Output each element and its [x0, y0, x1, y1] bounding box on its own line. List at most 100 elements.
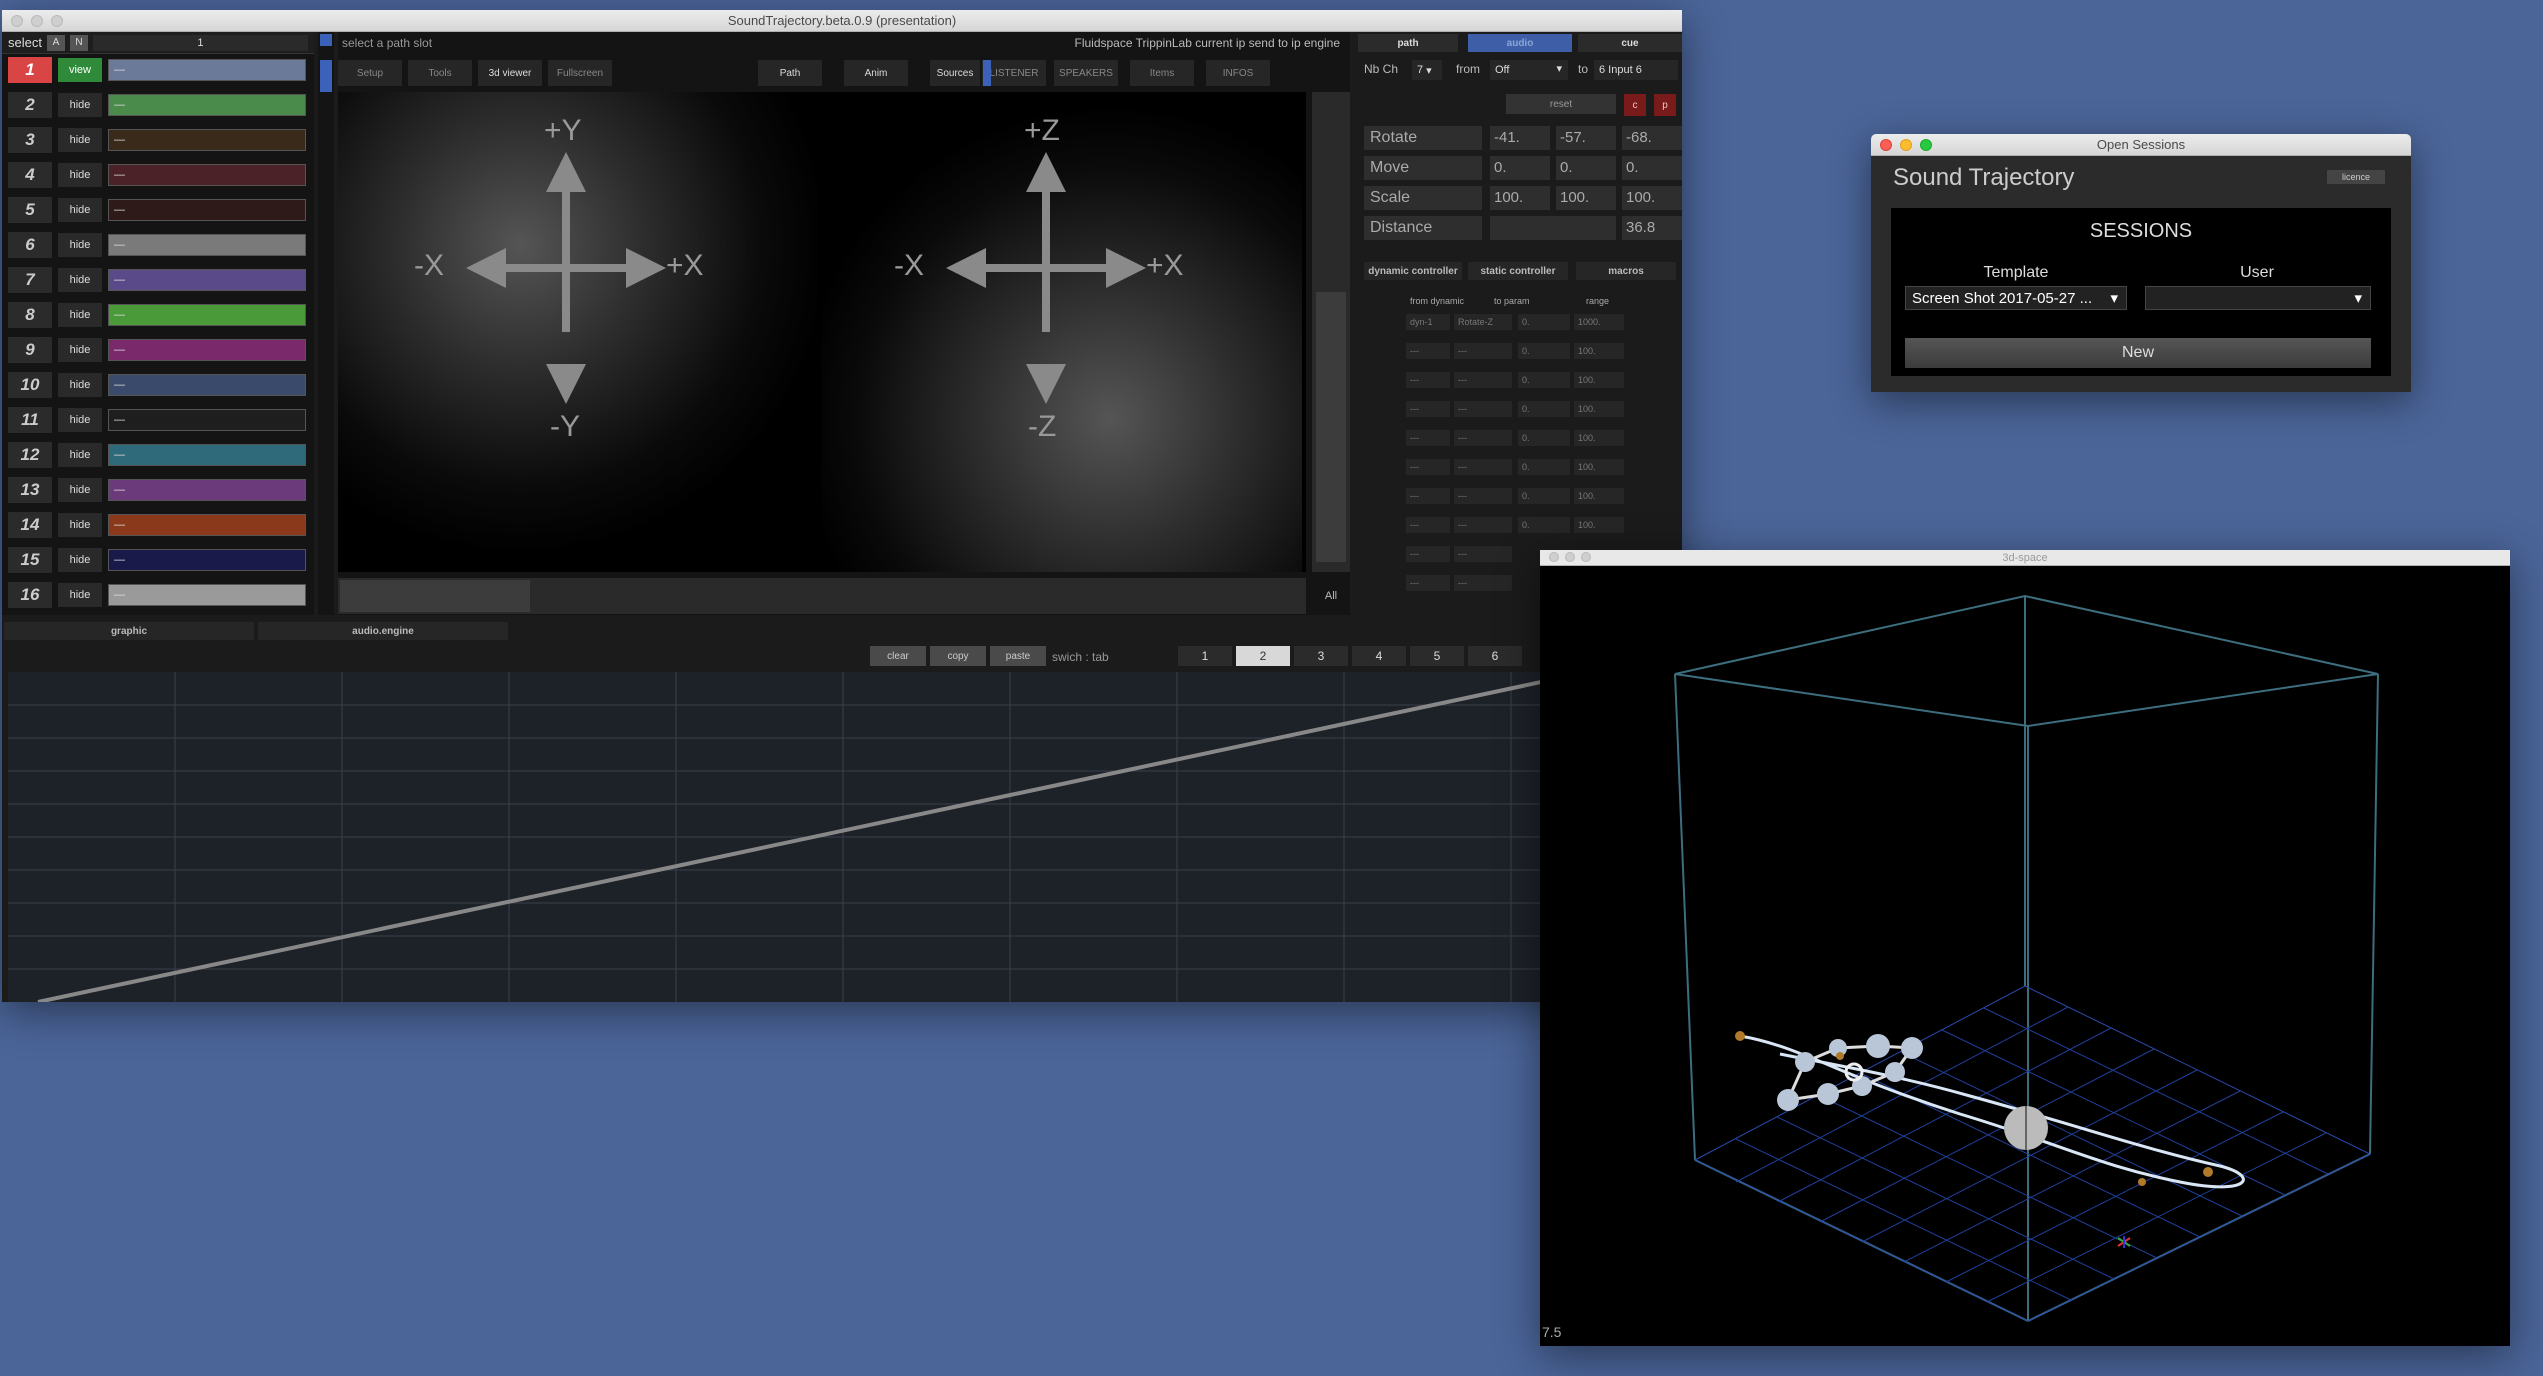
slot-number[interactable]: 2 — [8, 92, 52, 118]
mapping-cell[interactable]: --- — [1454, 430, 1512, 446]
slot-name-field[interactable]: — — [108, 94, 306, 116]
tab-cue[interactable]: cue — [1578, 34, 1682, 52]
mapping-cell[interactable]: dyn-1 — [1406, 314, 1450, 330]
slot-number[interactable]: 6 — [8, 232, 52, 258]
c-button[interactable]: c — [1624, 94, 1646, 116]
slot-visibility-button[interactable]: hide — [58, 443, 102, 467]
paste-button[interactable]: paste — [990, 646, 1046, 666]
mapping-cell[interactable]: 100. — [1574, 459, 1624, 475]
param-value[interactable]: 0. — [1556, 156, 1616, 180]
mapping-cell[interactable]: --- — [1406, 430, 1450, 446]
mapping-cell[interactable]: 100. — [1574, 372, 1624, 388]
path-slot-row[interactable]: 8 hide — — [2, 299, 314, 331]
sessions-close-button[interactable] — [1880, 139, 1892, 151]
slot-number[interactable]: 8 — [8, 302, 52, 328]
slot-visibility-button[interactable]: hide — [58, 93, 102, 117]
tab-items[interactable]: Items — [1130, 60, 1194, 86]
tab-tools[interactable]: Tools — [408, 60, 472, 86]
slot-visibility-button[interactable]: view — [58, 58, 102, 82]
mapping-cell[interactable]: --- — [1406, 459, 1450, 475]
tab-path[interactable]: path — [1358, 34, 1458, 52]
param-value[interactable]: 100. — [1622, 186, 1682, 210]
page-tab-2[interactable]: 2 — [1236, 646, 1290, 666]
slot-name-field[interactable]: — — [108, 514, 306, 536]
mapping-cell[interactable]: 0. — [1518, 430, 1570, 446]
tab-macros[interactable]: macros — [1576, 262, 1676, 280]
horizontal-scroll-thumb[interactable] — [340, 580, 530, 612]
slot-name-field[interactable]: — — [108, 59, 306, 81]
path-slot-row[interactable]: 7 hide — — [2, 264, 314, 296]
strip-thumb[interactable] — [320, 60, 332, 92]
reset-button[interactable]: reset — [1506, 94, 1616, 114]
slot-number[interactable]: 4 — [8, 162, 52, 188]
mapping-cell[interactable]: 0. — [1518, 488, 1570, 504]
path-slot-row[interactable]: 1 view — — [2, 54, 314, 86]
sessions-minimize-button[interactable] — [1900, 139, 1912, 151]
path-slot-row[interactable]: 12 hide — — [2, 439, 314, 471]
mapping-cell[interactable]: 0. — [1518, 517, 1570, 533]
mapping-cell[interactable]: 0. — [1518, 459, 1570, 475]
tab-path[interactable]: Path — [758, 60, 822, 86]
licence-button[interactable]: licence — [2327, 170, 2385, 184]
mapping-cell[interactable]: --- — [1454, 401, 1512, 417]
param-value[interactable]: -41. — [1490, 126, 1550, 150]
path-slot-row[interactable]: 3 hide — — [2, 124, 314, 156]
mapping-cell[interactable]: 100. — [1574, 430, 1624, 446]
slot-number[interactable]: 1 — [8, 57, 52, 83]
copy-button[interactable]: copy — [930, 646, 986, 666]
select-none-button[interactable]: N — [69, 34, 88, 51]
slot-number[interactable]: 3 — [8, 127, 52, 153]
sessions-zoom-button[interactable] — [1920, 139, 1932, 151]
tab-setup[interactable]: Setup — [338, 60, 402, 86]
page-tab-6[interactable]: 6 — [1468, 646, 1522, 666]
select-number[interactable]: 1 — [92, 34, 308, 51]
path-slot-row[interactable]: 9 hide — — [2, 334, 314, 366]
tab-audio-engine[interactable]: audio.engine — [258, 622, 508, 640]
page-tab-3[interactable]: 3 — [1294, 646, 1348, 666]
new-session-button[interactable]: New — [1905, 338, 2371, 368]
slot-name-field[interactable]: — — [108, 339, 306, 361]
path-slot-row[interactable]: 15 hide — — [2, 544, 314, 576]
path-slot-row[interactable]: 10 hide — — [2, 369, 314, 401]
mapping-cell[interactable]: 100. — [1574, 517, 1624, 533]
tab-infos[interactable]: INFOS — [1206, 60, 1270, 86]
mapping-cell[interactable]: --- — [1454, 488, 1512, 504]
3d-zoom-button[interactable] — [1581, 552, 1591, 562]
slot-visibility-button[interactable]: hide — [58, 303, 102, 327]
slot-visibility-button[interactable]: hide — [58, 513, 102, 537]
param-value[interactable]: 36.8 — [1622, 216, 1682, 240]
minimize-button[interactable] — [31, 15, 43, 27]
tab-anim[interactable]: Anim — [844, 60, 908, 86]
viewer-vertical-scrollbar[interactable] — [1312, 92, 1350, 572]
mapping-cell[interactable]: --- — [1454, 459, 1512, 475]
xy-pane[interactable]: +Y -Y -X +X — [338, 92, 818, 572]
slot-name-field[interactable]: — — [108, 479, 306, 501]
slot-number[interactable]: 16 — [8, 582, 52, 608]
slot-number[interactable]: 15 — [8, 547, 52, 573]
mapping-cell[interactable]: 0. — [1518, 372, 1570, 388]
slot-name-field[interactable]: — — [108, 409, 306, 431]
slot-name-field[interactable]: — — [108, 129, 306, 151]
nbch-select[interactable]: 7 ▾ — [1412, 60, 1442, 80]
from-select[interactable]: Off ▾ — [1490, 60, 1568, 80]
slot-name-field[interactable]: — — [108, 199, 306, 221]
tab-graphic[interactable]: graphic — [4, 622, 254, 640]
mapping-cell[interactable]: Rotate-Z — [1454, 314, 1512, 330]
slot-visibility-button[interactable]: hide — [58, 338, 102, 362]
automation-graph[interactable] — [8, 672, 1682, 1002]
tab-3d-viewer[interactable]: 3d viewer — [478, 60, 542, 86]
slot-visibility-button[interactable]: hide — [58, 548, 102, 572]
path-slot-row[interactable]: 4 hide — — [2, 159, 314, 191]
slot-name-field[interactable]: — — [108, 304, 306, 326]
mapping-cell[interactable]: --- — [1406, 488, 1450, 504]
tab-sources[interactable]: Sources — [930, 60, 980, 86]
slot-visibility-button[interactable]: hide — [58, 268, 102, 292]
param-value[interactable]: 0. — [1490, 156, 1550, 180]
mapping-cell[interactable]: --- — [1454, 343, 1512, 359]
param-value[interactable]: -68. — [1622, 126, 1682, 150]
user-select[interactable]: ▾ — [2145, 286, 2371, 310]
slot-name-field[interactable]: — — [108, 234, 306, 256]
slot-number[interactable]: 10 — [8, 372, 52, 398]
slot-number[interactable]: 11 — [8, 407, 52, 433]
slot-name-field[interactable]: — — [108, 444, 306, 466]
